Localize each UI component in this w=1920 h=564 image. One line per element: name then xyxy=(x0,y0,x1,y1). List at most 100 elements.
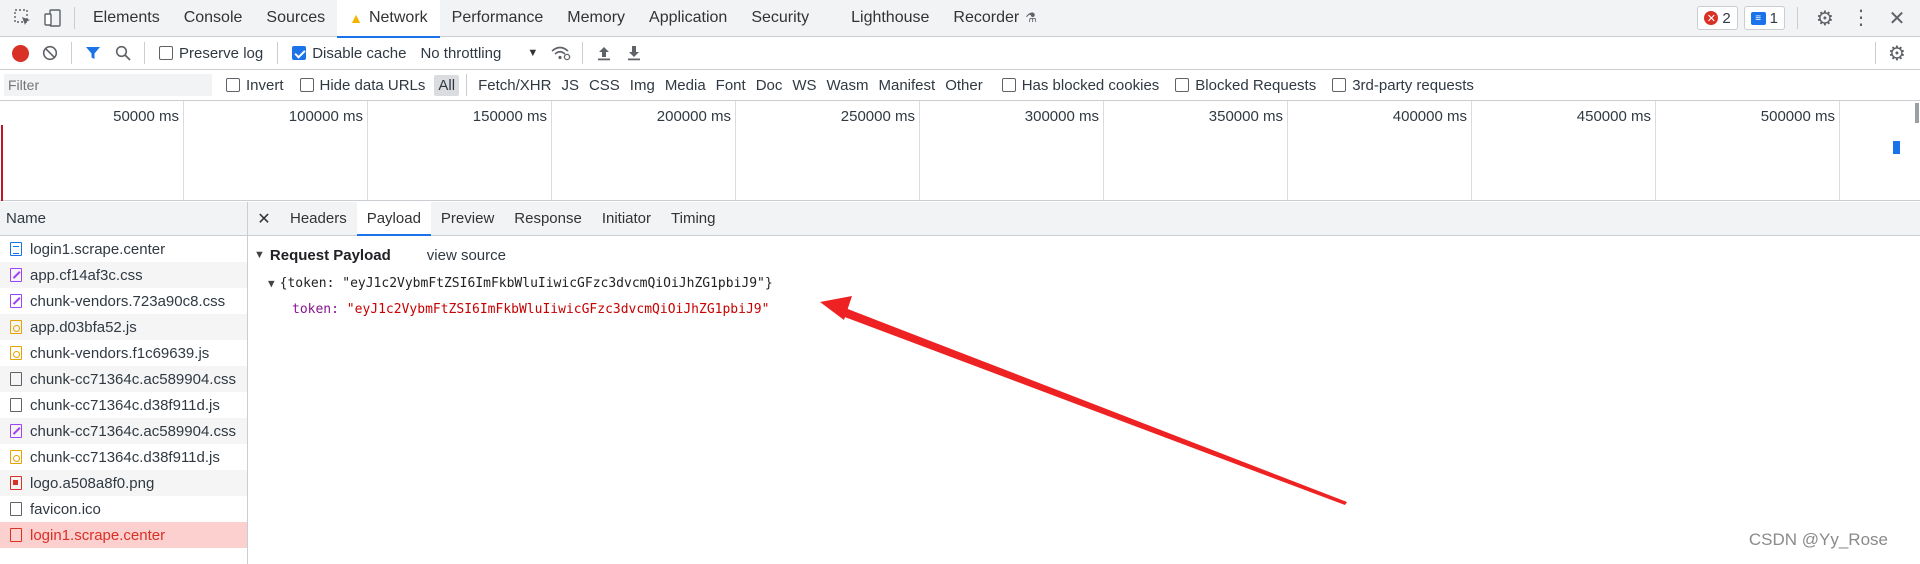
import-har-icon[interactable] xyxy=(589,38,619,68)
checkbox-box[interactable] xyxy=(159,46,173,60)
filter-funnel-icon[interactable] xyxy=(78,38,108,68)
third-party-requests-label: 3rd-party requests xyxy=(1352,76,1474,94)
view-source-link[interactable]: view source xyxy=(427,247,506,264)
checkbox-box[interactable] xyxy=(1175,78,1190,92)
tab-memory[interactable]: Memory xyxy=(555,0,637,37)
checkbox-box[interactable] xyxy=(299,78,314,92)
invert-checkbox[interactable]: Invert xyxy=(226,77,284,94)
request-row[interactable]: chunk-cc71364c.d38f911d.js xyxy=(0,392,247,418)
file-type-doc-icon xyxy=(10,242,22,256)
filter-type-all[interactable]: All xyxy=(434,74,460,96)
timeline-cell: 250000 ms xyxy=(736,101,920,200)
settings-gear-icon[interactable]: ⚙ xyxy=(1810,3,1840,33)
record-button[interactable] xyxy=(12,44,29,62)
watermark: CSDN @Yy_Rose xyxy=(1748,530,1888,549)
tab-elements[interactable]: Elements xyxy=(81,0,172,37)
blocked-requests-checkbox[interactable]: Blocked Requests xyxy=(1175,77,1316,94)
request-row[interactable]: logo.a508a8f0.png xyxy=(0,470,247,496)
tab-application[interactable]: Application xyxy=(637,0,739,37)
third-party-requests-checkbox[interactable]: 3rd-party requests xyxy=(1332,77,1474,94)
has-blocked-cookies-label: Has blocked cookies xyxy=(1021,76,1160,94)
request-name: login1.scrape.center xyxy=(30,240,166,258)
tab-sources[interactable]: Sources xyxy=(254,0,337,37)
filter-type-img[interactable]: Img xyxy=(626,75,659,96)
timeline-cell: 500000 ms xyxy=(1656,101,1840,200)
tab-payload[interactable]: Payload xyxy=(356,202,432,236)
request-row[interactable]: app.d03bfa52.js xyxy=(0,314,247,340)
disable-cache-checkbox[interactable]: Disable cache xyxy=(292,45,406,62)
expand-triangle-icon[interactable]: ▼ xyxy=(254,249,265,261)
filter-type-manifest[interactable]: Manifest xyxy=(875,75,940,96)
filter-type-wasm[interactable]: Wasm xyxy=(823,75,873,96)
tab-lighthouse[interactable]: Lighthouse xyxy=(839,0,941,37)
clear-icon[interactable] xyxy=(35,38,65,68)
request-row[interactable]: app.cf14af3c.css xyxy=(0,262,247,288)
filter-type-media[interactable]: Media xyxy=(661,75,710,96)
tab-initiator[interactable]: Initiator xyxy=(592,202,661,235)
network-toolbar: Preserve log Disable cache No throttling… xyxy=(0,37,1920,70)
checkbox-box[interactable] xyxy=(292,46,307,60)
request-row[interactable]: chunk-cc71364c.d38f911d.js xyxy=(0,444,247,470)
has-blocked-cookies-checkbox[interactable]: Has blocked cookies xyxy=(1001,76,1160,94)
payload-object-row[interactable]: ▼ {token: "eyJ1c2VybmFtZSI6ImFkbWluIiwic… xyxy=(248,270,1920,296)
request-row[interactable]: chunk-cc71364c.ac589904.css xyxy=(0,366,247,392)
separator xyxy=(71,42,72,64)
request-name: logo.a508a8f0.png xyxy=(30,474,155,492)
timeline-scroll-handle[interactable] xyxy=(1915,103,1919,123)
close-devtools-icon[interactable]: ✕ xyxy=(1882,3,1912,33)
tab-console[interactable]: Console xyxy=(172,0,255,37)
message-count-badge[interactable]: ≡ 1 xyxy=(1743,6,1785,30)
name-column-header[interactable]: Name xyxy=(0,202,247,236)
filter-type-other[interactable]: Other xyxy=(941,75,987,96)
filter-type-fetch-xhr[interactable]: Fetch/XHR xyxy=(474,75,555,96)
invert-label: Invert xyxy=(246,76,284,94)
tab-preview[interactable]: Preview xyxy=(431,202,504,235)
devtools-tab-bar: Elements Console Sources ▲ Network Perfor… xyxy=(0,0,1920,38)
device-toolbar-icon[interactable] xyxy=(38,3,68,33)
network-conditions-icon[interactable] xyxy=(546,38,576,68)
request-row[interactable]: chunk-cc71364c.ac589904.css xyxy=(0,418,247,444)
tab-network[interactable]: ▲ Network xyxy=(337,0,440,38)
network-overview-timeline[interactable]: 50000 ms 100000 ms 150000 ms 200000 ms 2… xyxy=(0,101,1920,201)
inspect-element-icon[interactable] xyxy=(8,3,38,33)
checkbox-box[interactable] xyxy=(226,78,240,92)
tab-response[interactable]: Response xyxy=(504,202,592,235)
request-row[interactable]: login1.scrape.center xyxy=(0,236,247,262)
error-count-badge[interactable]: ✕ 2 xyxy=(1697,6,1738,30)
network-settings-gear-icon[interactable]: ⚙ xyxy=(1882,38,1912,68)
preserve-log-checkbox[interactable]: Preserve log xyxy=(159,45,263,62)
request-row[interactable]: login1.scrape.center xyxy=(0,522,247,548)
timeline-cell: 150000 ms xyxy=(368,101,552,200)
filter-input[interactable] xyxy=(4,74,212,96)
request-row[interactable]: chunk-vendors.723a90c8.css xyxy=(0,288,247,314)
separator xyxy=(1797,7,1798,29)
close-detail-icon[interactable]: ✕ xyxy=(248,202,280,235)
filter-type-doc[interactable]: Doc xyxy=(752,75,787,96)
filter-type-css[interactable]: CSS xyxy=(585,75,624,96)
request-payload-section[interactable]: ▼ Request Payload view source xyxy=(248,240,1920,270)
more-options-icon[interactable]: ⋮ xyxy=(1846,3,1876,33)
request-row[interactable]: favicon.ico xyxy=(0,496,247,522)
tab-timing[interactable]: Timing xyxy=(661,202,725,235)
throttling-select[interactable]: No throttling ▼ xyxy=(420,45,538,62)
checkbox-box[interactable] xyxy=(1001,78,1016,92)
request-row[interactable]: chunk-vendors.f1c69639.js xyxy=(0,340,247,366)
filter-type-font[interactable]: Font xyxy=(712,75,750,96)
tab-security[interactable]: Security xyxy=(739,0,821,37)
hide-data-urls-checkbox[interactable]: Hide data URLs xyxy=(299,77,425,94)
payload-token-row[interactable]: token: "eyJ1c2VybmFtZSI6ImFkbWluIiwicGFz… xyxy=(248,296,1920,322)
checkbox-box[interactable] xyxy=(1332,78,1347,92)
tab-headers[interactable]: Headers xyxy=(280,202,357,235)
filter-type-ws[interactable]: WS xyxy=(788,75,820,96)
tab-recorder[interactable]: Recorder ⚗ xyxy=(941,0,1048,37)
export-har-icon[interactable] xyxy=(619,38,649,68)
message-count: 1 xyxy=(1769,9,1778,27)
timeline-cell: 200000 ms xyxy=(552,101,736,200)
search-icon[interactable] xyxy=(108,38,138,68)
request-name: login1.scrape.center xyxy=(30,526,166,544)
topbar-status: ✕ 2 ≡ 1 ⚙ ⋮ ✕ xyxy=(1697,3,1920,33)
separator xyxy=(466,74,468,96)
expand-triangle-icon[interactable]: ▼ xyxy=(268,277,275,290)
filter-type-js[interactable]: JS xyxy=(557,75,583,96)
tab-performance[interactable]: Performance xyxy=(440,0,556,37)
